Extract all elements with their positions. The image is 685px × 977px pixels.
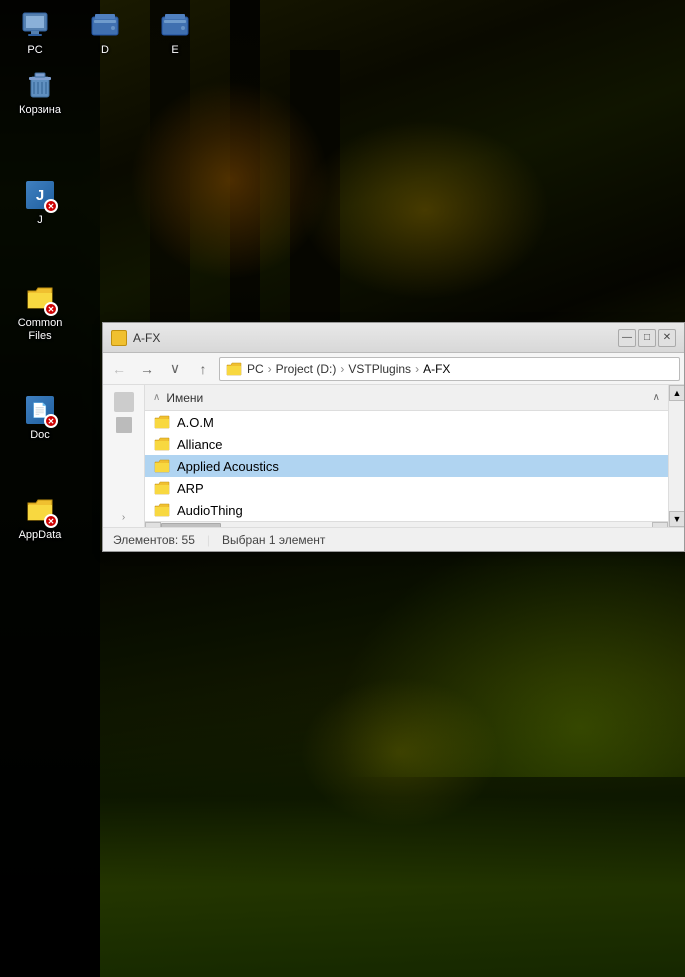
desktop-icon-d[interactable]: D xyxy=(70,5,140,61)
e-icon-label: E xyxy=(171,44,178,57)
scroll-track xyxy=(161,522,652,527)
nav-panel-icon-1 xyxy=(114,392,134,412)
j-icon-label: J xyxy=(37,214,43,227)
file-item-alliance[interactable]: Alliance xyxy=(145,433,668,455)
doc-icon: 📄 ✕ xyxy=(24,394,56,426)
items-count: Элементов: 55 xyxy=(113,533,195,547)
nav-panel-icon-2 xyxy=(116,417,132,433)
file-list: A.O.M Alliance xyxy=(145,411,668,521)
common-files-label: CommonFiles xyxy=(18,317,63,343)
d-icon-label: D xyxy=(101,44,109,57)
main-list-area: ∧ Имени ∧ A.O.M xyxy=(145,385,668,527)
maximize-button[interactable]: □ xyxy=(638,329,656,347)
scroll-up-btn[interactable]: ▲ xyxy=(669,385,684,401)
col-header-label[interactable]: Имени xyxy=(166,391,648,405)
vertical-scrollbar[interactable]: ▲ ▼ xyxy=(668,385,684,527)
appdata-icon-label: AppData xyxy=(19,529,62,542)
desktop-icon-common-files[interactable]: ✕ CommonFiles xyxy=(5,278,75,347)
pc-icon-label: PC xyxy=(27,44,42,57)
breadcrumb-project[interactable]: Project (D:) xyxy=(276,362,337,376)
horizontal-scrollbar[interactable]: ‹ › xyxy=(145,521,668,527)
selected-info: Выбран 1 элемент xyxy=(222,533,325,547)
scroll-left-btn[interactable]: ‹ xyxy=(145,522,161,528)
desktop-icon-pc[interactable]: PC xyxy=(0,5,70,61)
breadcrumb-vstplugins[interactable]: VSTPlugins xyxy=(348,362,411,376)
sep-1: › xyxy=(268,362,272,376)
scroll-down-btn[interactable]: ▼ xyxy=(669,511,684,527)
sidebar-strip xyxy=(0,0,100,977)
folder-icon-alliance xyxy=(153,435,171,453)
status-sep: | xyxy=(207,533,210,547)
pc-icon xyxy=(19,9,51,41)
breadcrumb-pc[interactable]: PC xyxy=(247,362,264,376)
up-button[interactable]: ↑ xyxy=(191,357,215,381)
appdata-icon: ✕ xyxy=(24,494,56,526)
desktop-icon-doc[interactable]: 📄 ✕ Doc xyxy=(5,390,75,446)
folder-icon-audiothing xyxy=(153,501,171,519)
close-button[interactable]: ✕ xyxy=(658,329,676,347)
title-bar: A-FX — □ ✕ xyxy=(103,323,684,353)
scroll-vtrack xyxy=(669,401,684,511)
desktop-icon-appdata[interactable]: ✕ AppData xyxy=(5,490,75,546)
recycle-bin-icon xyxy=(24,69,56,101)
nav-collapse-btn[interactable]: › xyxy=(122,512,125,523)
explorer-window: A-FX — □ ✕ ← → ∨ ↑ PC › Project (D:) › V… xyxy=(102,322,685,552)
desktop-icon-e[interactable]: E xyxy=(140,5,210,61)
folder-icon-applied-acoustics xyxy=(153,457,171,475)
title-bar-controls: — □ ✕ xyxy=(618,329,676,347)
doc-icon-label: Doc xyxy=(30,429,50,442)
e-drive-icon xyxy=(159,9,191,41)
breadcrumb-folder-icon xyxy=(226,362,242,376)
sort-arrow: ∧ xyxy=(653,392,660,403)
dropdown-button[interactable]: ∨ xyxy=(163,357,187,381)
top-icon-row: PC D E xyxy=(0,0,210,61)
left-nav-panel: › xyxy=(103,385,145,527)
file-name-alliance: Alliance xyxy=(177,437,223,452)
scroll-thumb[interactable] xyxy=(161,523,221,527)
file-item-aom[interactable]: A.O.M xyxy=(145,411,668,433)
sep-3: › xyxy=(415,362,419,376)
scroll-right-btn[interactable]: › xyxy=(652,522,668,528)
light-patch2 xyxy=(300,677,500,827)
forward-button[interactable]: → xyxy=(135,357,159,381)
d-drive-icon xyxy=(89,9,121,41)
folder-icon-aom xyxy=(153,413,171,431)
recycle-bin-label: Корзина xyxy=(19,104,61,117)
address-bar: ← → ∨ ↑ PC › Project (D:) › VSTPlugins ›… xyxy=(103,353,684,385)
file-name-arp: ARP xyxy=(177,481,204,496)
file-item-applied-acoustics[interactable]: Applied Acoustics xyxy=(145,455,668,477)
content-area: › ∧ Имени ∧ xyxy=(103,385,684,527)
minimize-button[interactable]: — xyxy=(618,329,636,347)
title-bar-text: A-FX xyxy=(133,331,618,345)
file-name-audiothing: AudioThing xyxy=(177,503,243,518)
desktop-icon-recycle-bin[interactable]: Корзина xyxy=(5,65,75,121)
j-icon: J ✕ xyxy=(24,179,56,211)
column-header: ∧ Имени ∧ xyxy=(145,385,668,411)
foliage-2 xyxy=(300,120,550,300)
nav-panel-bottom: › xyxy=(103,512,144,523)
sep-2: › xyxy=(340,362,344,376)
common-files-icon: ✕ xyxy=(24,282,56,314)
title-bar-folder-icon xyxy=(111,330,127,346)
back-button[interactable]: ← xyxy=(107,357,131,381)
file-item-audiothing[interactable]: AudioThing xyxy=(145,499,668,521)
status-bar: Элементов: 55 | Выбран 1 элемент xyxy=(103,527,684,551)
desktop-icon-j[interactable]: J ✕ J xyxy=(5,175,75,231)
breadcrumb-bar[interactable]: PC › Project (D:) › VSTPlugins › A-FX xyxy=(219,357,680,381)
file-item-arp[interactable]: ARP xyxy=(145,477,668,499)
breadcrumb-afx[interactable]: A-FX xyxy=(423,362,450,376)
file-name-aom: A.O.M xyxy=(177,415,214,430)
expand-chevron[interactable]: ∧ xyxy=(153,392,160,403)
file-name-applied-acoustics: Applied Acoustics xyxy=(177,459,279,474)
folder-icon-arp xyxy=(153,479,171,497)
